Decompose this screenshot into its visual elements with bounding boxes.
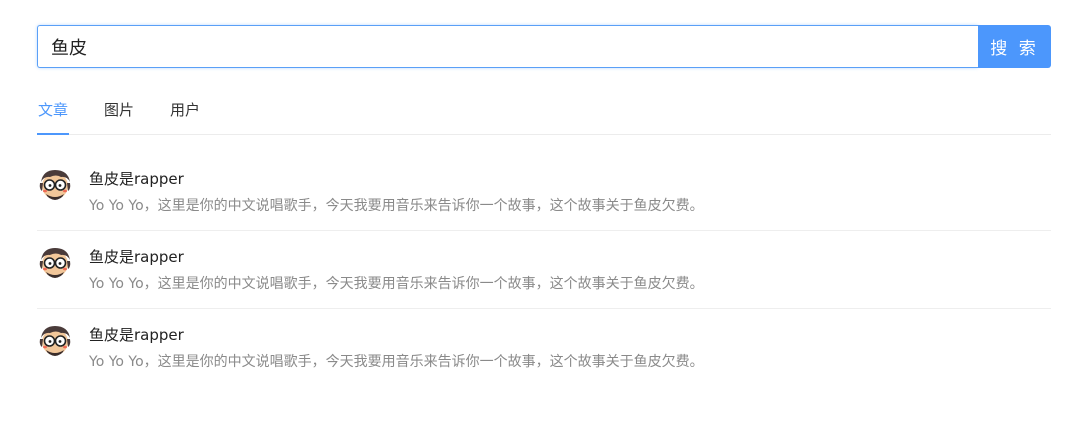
result-text: 鱼皮是rapper Yo Yo Yo，这里是你的中文说唱歌手，今天我要用音乐来告… [89,231,704,308]
list-item[interactable]: 鱼皮是rapper Yo Yo Yo，这里是你的中文说唱歌手，今天我要用音乐来告… [37,153,1051,231]
tab-articles[interactable]: 文章 [37,96,70,135]
result-title[interactable]: 鱼皮是rapper [89,169,704,189]
tab-users[interactable]: 用户 [169,96,201,134]
result-description: Yo Yo Yo，这里是你的中文说唱歌手，今天我要用音乐来告诉你一个故事，这个故… [89,276,704,292]
search-input[interactable] [37,25,978,68]
result-text: 鱼皮是rapper Yo Yo Yo，这里是你的中文说唱歌手，今天我要用音乐来告… [89,153,704,230]
result-title[interactable]: 鱼皮是rapper [89,247,704,267]
result-title[interactable]: 鱼皮是rapper [89,325,704,345]
tab-bar: 文章 图片 用户 [37,96,1051,135]
results-list: 鱼皮是rapper Yo Yo Yo，这里是你的中文说唱歌手，今天我要用音乐来告… [37,153,1051,387]
cartoon-avatar-icon [39,170,71,200]
tab-images[interactable]: 图片 [103,96,135,134]
result-description: Yo Yo Yo，这里是你的中文说唱歌手，今天我要用音乐来告诉你一个故事，这个故… [89,198,704,214]
search-bar: 搜 索 [37,25,1051,68]
list-item[interactable]: 鱼皮是rapper Yo Yo Yo，这里是你的中文说唱歌手，今天我要用音乐来告… [37,309,1051,387]
search-page: 搜 索 文章 图片 用户 鱼皮是rapper [0,0,1080,428]
cartoon-avatar-icon [39,326,71,356]
list-item[interactable]: 鱼皮是rapper Yo Yo Yo，这里是你的中文说唱歌手，今天我要用音乐来告… [37,231,1051,309]
search-button[interactable]: 搜 索 [978,25,1051,68]
result-text: 鱼皮是rapper Yo Yo Yo，这里是你的中文说唱歌手，今天我要用音乐来告… [89,309,704,387]
cartoon-avatar-icon [39,248,71,278]
result-description: Yo Yo Yo，这里是你的中文说唱歌手，今天我要用音乐来告诉你一个故事，这个故… [89,354,704,370]
